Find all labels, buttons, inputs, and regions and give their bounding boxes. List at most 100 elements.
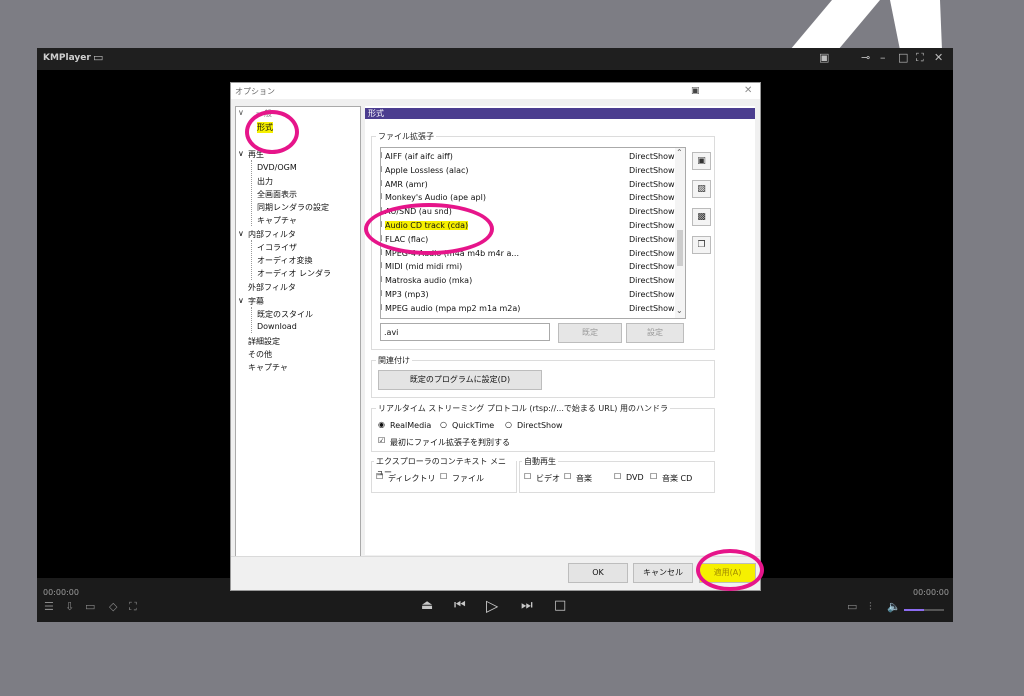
player-brand: KMPlayer bbox=[43, 53, 91, 63]
extension-filter: DirectShow bbox=[629, 234, 675, 244]
scroll-down-icon[interactable]: ⌄ bbox=[676, 306, 683, 315]
tree-item-output[interactable]: 出力 bbox=[257, 176, 273, 187]
tree-item-internal-filters[interactable]: 内部フィルタ bbox=[248, 229, 296, 240]
download-icon[interactable]: ⇩ bbox=[65, 600, 74, 613]
play-icon[interactable]: ▷ bbox=[486, 596, 498, 615]
tree-item-audio-renderer[interactable]: オーディオ レンダラ bbox=[257, 268, 331, 279]
auto-cd-checkbox-icon[interactable]: ☐ bbox=[650, 472, 657, 481]
minimize-icon[interactable]: – bbox=[880, 51, 886, 64]
tree-expand-icon[interactable]: ∨ bbox=[238, 149, 244, 158]
tree-expand-icon[interactable]: ∨ bbox=[238, 296, 244, 305]
select-all-icon[interactable]: ❐ bbox=[692, 236, 711, 254]
settings-button[interactable]: 設定 bbox=[626, 323, 684, 343]
subtitle-icon[interactable]: ▭ bbox=[847, 600, 857, 613]
3d-icon[interactable]: ◇ bbox=[109, 600, 117, 613]
stop-icon[interactable]: □ bbox=[554, 598, 566, 613]
extension-filter: DirectShow bbox=[629, 179, 675, 189]
tree-item-download[interactable]: Download bbox=[257, 322, 297, 331]
ok-button[interactable]: OK bbox=[568, 563, 628, 583]
select-image-icon[interactable]: ▩ bbox=[692, 208, 711, 226]
list-item[interactable]: ☐AIFF (aif aifc aiff) DirectShow bbox=[381, 150, 681, 164]
tree-item-audio-convert[interactable]: オーディオ変換 bbox=[257, 255, 312, 266]
tree-expand-icon[interactable]: ∨ bbox=[238, 229, 244, 238]
list-item[interactable]: ☐AMR (amr) DirectShow bbox=[381, 178, 681, 192]
extension-name: MPEG audio (mpa mp2 m1a m2a) bbox=[385, 303, 521, 313]
select-video-icon[interactable]: ▣ bbox=[692, 152, 711, 170]
select-audio-icon[interactable]: ▨ bbox=[692, 180, 711, 198]
pin-icon[interactable]: ⊸ bbox=[861, 51, 870, 64]
playlist-icon[interactable]: ☰ bbox=[44, 600, 54, 613]
extension-checkbox-icon[interactable]: ☐ bbox=[381, 275, 382, 284]
extension-filter: DirectShow bbox=[629, 303, 675, 313]
scroll-thumb[interactable] bbox=[677, 230, 683, 266]
ctx-file-label: ファイル bbox=[452, 474, 484, 483]
auto-music-checkbox-icon[interactable]: ☐ bbox=[564, 472, 571, 481]
detect-ext-checkbox-icon[interactable]: ☑ bbox=[378, 436, 385, 445]
list-scrollbar[interactable]: ⌃ ⌄ bbox=[675, 148, 685, 318]
screen-icon[interactable]: ▣ bbox=[819, 51, 829, 64]
list-item[interactable]: ☐MPEG audio (mpa mp2 m1a m2a) DirectShow bbox=[381, 302, 681, 316]
extension-checkbox-icon[interactable]: ☐ bbox=[381, 261, 382, 270]
maximize-icon[interactable]: □ bbox=[898, 51, 908, 64]
tree-item-misc[interactable]: その他 bbox=[248, 349, 272, 360]
auto-dvd-checkbox-icon[interactable]: ☐ bbox=[614, 472, 621, 481]
mini-mode-icon[interactable]: ▭ bbox=[93, 51, 103, 64]
ctx-directory-checkbox-icon[interactable]: ☐ bbox=[376, 472, 383, 481]
tree-item-capture-root[interactable]: キャプチャ bbox=[248, 362, 288, 373]
tree-item-sync-renderer[interactable]: 同期レンダラの設定 bbox=[257, 202, 329, 213]
dialog-close-icon[interactable]: ✕ bbox=[744, 85, 752, 96]
extension-checkbox-icon[interactable]: ☐ bbox=[381, 192, 382, 201]
tree-item-dvd[interactable]: DVD/OGM bbox=[257, 163, 297, 172]
panel-title: 形式 bbox=[365, 108, 755, 119]
extension-checkbox-icon[interactable]: ☐ bbox=[381, 248, 382, 257]
extension-filter: DirectShow bbox=[629, 207, 675, 217]
tree-item-advanced[interactable]: 詳細設定 bbox=[248, 336, 280, 347]
list-item[interactable]: ☐MIDI (mid midi rmi) DirectShow bbox=[381, 260, 681, 274]
radio-quicktime-label: QuickTime bbox=[452, 421, 495, 430]
list-item[interactable]: ☐Apple Lossless (alac) DirectShow bbox=[381, 164, 681, 178]
extension-checkbox-icon[interactable]: ☐ bbox=[381, 151, 382, 160]
extension-checkbox-icon[interactable]: ☐ bbox=[381, 289, 382, 298]
list-item[interactable]: ☐Matroska audio (mka) DirectShow bbox=[381, 274, 681, 288]
cancel-button[interactable]: キャンセル bbox=[633, 563, 693, 583]
capture-icon[interactable]: ⛶ bbox=[129, 600, 137, 614]
tree-item-subtitles[interactable]: 字幕 bbox=[248, 296, 264, 307]
extension-checkbox-icon[interactable]: ☐ bbox=[381, 303, 382, 312]
annotation-circle bbox=[245, 110, 299, 154]
tree-item-external-filters[interactable]: 外部フィルタ bbox=[248, 282, 296, 293]
tree-item-equalizer[interactable]: イコライザ bbox=[257, 242, 297, 253]
equalizer-icon[interactable]: ⫶ bbox=[869, 600, 872, 614]
default-button[interactable]: 既定 bbox=[558, 323, 622, 343]
extension-name: Monkey's Audio (ape apl) bbox=[385, 193, 486, 203]
extension-checkbox-icon[interactable]: ☐ bbox=[381, 165, 382, 174]
radio-directshow-icon[interactable]: ○ bbox=[505, 420, 512, 429]
radio-realmedia-icon[interactable]: ◉ bbox=[378, 420, 385, 429]
volume-icon[interactable]: 🔈 bbox=[887, 600, 901, 613]
tree-expand-icon[interactable]: ∨ bbox=[238, 108, 244, 117]
next-icon[interactable]: ⏭ bbox=[521, 598, 533, 613]
close-icon[interactable]: ✕ bbox=[934, 51, 943, 64]
tree-connector bbox=[251, 160, 252, 226]
scroll-up-icon[interactable]: ⌃ bbox=[676, 148, 683, 157]
volume-level bbox=[904, 609, 924, 611]
tree-item-capture[interactable]: キャプチャ bbox=[257, 215, 297, 226]
tree-item-fullscreen[interactable]: 全画面表示 bbox=[257, 189, 297, 200]
extension-checkbox-icon[interactable]: ☐ bbox=[381, 179, 382, 188]
fullscreen-icon[interactable]: ⛶ bbox=[916, 51, 924, 65]
auto-video-checkbox-icon[interactable]: ☐ bbox=[524, 472, 531, 481]
tree-item-default-style[interactable]: 既定のスタイル bbox=[257, 309, 313, 320]
ctx-file-checkbox-icon[interactable]: ☐ bbox=[440, 472, 447, 481]
extension-filter: DirectShow bbox=[629, 152, 675, 161]
volume-slider[interactable] bbox=[904, 609, 944, 611]
window-mode-icon[interactable]: ▣ bbox=[691, 86, 700, 96]
extension-input[interactable]: .avi bbox=[380, 323, 550, 341]
eject-icon[interactable]: ⏏ bbox=[421, 598, 433, 613]
tree-connector bbox=[251, 307, 252, 333]
vr-icon[interactable]: ▭ bbox=[85, 600, 95, 613]
auto-music-label: 音楽 bbox=[576, 474, 592, 483]
list-item[interactable]: ☐MP3 (mp3) DirectShow bbox=[381, 288, 681, 302]
set-default-program-button[interactable]: 既定のプログラムに設定(D) bbox=[378, 370, 542, 390]
detect-ext-label: 最初にファイル拡張子を判別する bbox=[390, 438, 510, 447]
previous-icon[interactable]: ⏮ bbox=[454, 598, 466, 613]
radio-quicktime-icon[interactable]: ○ bbox=[440, 420, 447, 429]
